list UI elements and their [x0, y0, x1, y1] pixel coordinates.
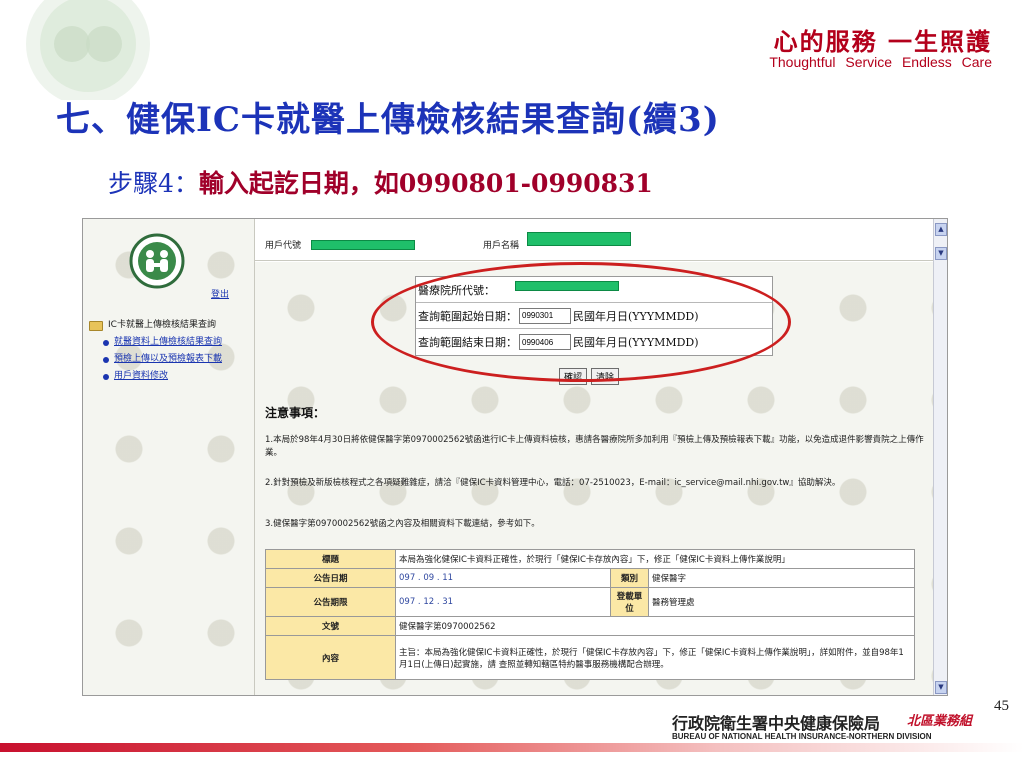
start-date-input[interactable] — [519, 307, 571, 324]
date-label: 公告日期 — [265, 568, 396, 588]
period-label: 公告期限 — [265, 587, 396, 617]
content-label: 內容 — [265, 635, 396, 680]
nav-item-upload-check-query[interactable]: 就醫資料上傳檢核結果查詢 — [103, 334, 222, 351]
bullet-icon — [103, 356, 109, 363]
date-value: 097 . 09 . 11 — [395, 568, 611, 588]
category-label: 類別 — [610, 568, 649, 588]
content-value: 主旨：本局為強化健保IC卡資料正確性，於現行「健保IC卡存放內容」下，修正「健保… — [395, 635, 915, 680]
notes-title: 注意事項： — [265, 406, 326, 420]
nhi-seal-icon — [129, 233, 185, 289]
scroll-up-arrow-icon[interactable]: ▲ — [935, 223, 947, 236]
folder-icon — [89, 320, 103, 331]
slide-title: 七、健保IC卡就醫上傳檢核結果查詢(續3) — [56, 100, 720, 140]
confirm-button[interactable]: 確認 — [559, 368, 588, 385]
user-id-label: 用戶代號 — [265, 241, 302, 251]
slogan-english: Thoughtful Service Endless Care — [769, 54, 992, 70]
bureau-division: 北區業務組 — [907, 714, 973, 729]
nav-item-label: 用戶資料修改 — [114, 371, 169, 381]
nav-root-label: IC卡就醫上傳檢核結果查詢 — [108, 320, 216, 330]
hospital-code-redaction — [515, 280, 619, 291]
nav-item-precheck-download[interactable]: 預檢上傳以及預檢報表下載 — [103, 351, 222, 368]
nhi-corner-logo — [0, 0, 160, 106]
start-date-row: 查詢範圍起始日期： 民國年月日(YYYMMDD) — [416, 303, 772, 329]
bottom-band — [0, 743, 1024, 752]
table-row: 公告期限 097 . 12 . 31 登載單位 醫務管理處 — [265, 587, 915, 617]
web-screenshot: 登出 IC卡就醫上傳檢核結果查詢 就醫資料上傳檢核結果查詢 預檢上傳以及預檢報表… — [82, 218, 948, 696]
bulletin-table: 標題 本局為強化健保IC卡資料正確性，於現行「健保IC卡存放內容」下，修正「健保… — [265, 549, 915, 680]
bureau-name-chinese: 行政院衛生署中央健康保險局 — [672, 714, 881, 733]
period-value: 097 . 12 . 31 — [395, 587, 611, 617]
unit-label: 登載單位 — [610, 587, 649, 617]
category-value: 健保醫字 — [648, 568, 915, 588]
clear-button[interactable]: 清除 — [591, 368, 620, 385]
scroll-down-arrow-icon[interactable]: ▼ — [935, 247, 947, 260]
nav-item-label: 就醫資料上傳檢核結果查詢 — [114, 337, 223, 347]
bullet-icon — [103, 373, 109, 380]
step-label: 步驟4： — [108, 169, 199, 198]
hospital-code-row: 醫療院所代號： — [416, 277, 772, 303]
user-name-label: 用戶名稱 — [483, 241, 520, 251]
nhi-logo-icon — [26, 0, 150, 106]
form-buttons: 確認 清除 — [559, 368, 620, 385]
table-row: 文號 健保醫字第0970002562 — [265, 616, 915, 636]
start-date-label: 查詢範圍起始日期： — [418, 309, 517, 323]
hospital-code-label: 醫療院所代號： — [418, 283, 495, 297]
nav-tree-root[interactable]: IC卡就醫上傳檢核結果查詢 — [89, 317, 222, 334]
slogan-chinese: 心的服務 一生照護 — [773, 27, 992, 56]
subject-label: 標題 — [265, 549, 396, 569]
nav-item-user-profile[interactable]: 用戶資料修改 — [103, 368, 222, 385]
bullet-icon — [103, 339, 109, 346]
table-row: 內容 主旨：本局為強化健保IC卡資料正確性，於現行「健保IC卡存放內容」下，修正… — [265, 635, 915, 680]
nhi-seal — [129, 233, 185, 293]
nav-item-label: 預檢上傳以及預檢報表下載 — [114, 354, 223, 364]
step-text: 輸入起訖日期，如0990801-0990831 — [198, 169, 653, 198]
table-row: 公告日期 097 . 09 . 11 類別 健保醫字 — [265, 568, 915, 588]
page-number: 45 — [994, 698, 1009, 714]
subject-value: 本局為強化健保IC卡資料正確性，於現行「健保IC卡存放內容」下，修正「健保IC卡… — [395, 549, 915, 569]
user-id-redaction — [311, 240, 415, 250]
doc-value: 健保醫字第0970002562 — [395, 616, 915, 636]
nav-tree: IC卡就醫上傳檢核結果查詢 就醫資料上傳檢核結果查詢 預檢上傳以及預檢報表下載 … — [89, 317, 222, 385]
end-date-row: 查詢範圍結束日期： 民國年月日(YYYMMDD) — [416, 329, 772, 355]
user-info-bar: 用戶代號 用戶名稱 — [255, 219, 935, 261]
vertical-scrollbar[interactable]: ▲ ▼ ▼ — [933, 219, 947, 695]
doc-label: 文號 — [265, 616, 396, 636]
end-date-input[interactable] — [519, 334, 571, 350]
table-row: 標題 本局為強化健保IC卡資料正確性，於現行「健保IC卡存放內容」下，修正「健保… — [265, 549, 915, 569]
note-item: 1.本局於98年4月30日將依健保醫字第0970002562號函進行IC卡上傳資… — [265, 435, 924, 458]
scroll-bottom-arrow-icon[interactable]: ▼ — [935, 681, 947, 694]
start-date-hint: 民國年月日(YYYMMDD) — [573, 309, 699, 323]
date-query-form: 醫療院所代號： 查詢範圍起始日期： 民國年月日(YYYMMDD) 查詢範圍結束日… — [415, 276, 773, 356]
user-name-redaction — [527, 232, 631, 246]
left-nav-panel: 登出 IC卡就醫上傳檢核結果查詢 就醫資料上傳檢核結果查詢 預檢上傳以及預檢報表… — [83, 219, 255, 695]
logout-link[interactable]: 登出 — [211, 287, 229, 300]
bureau-name-english: BUREAU OF NATIONAL HEALTH INSURANCE-NORT… — [672, 732, 932, 741]
main-panel: 用戶代號 用戶名稱 醫療院所代號： 查詢範圍起始日期： 民國年月日(YYYMMD… — [255, 219, 935, 695]
step-instruction: 步驟4：輸入起訖日期，如0990801-0990831 — [108, 164, 653, 200]
query-content: 醫療院所代號： 查詢範圍起始日期： 民國年月日(YYYMMDD) 查詢範圍結束日… — [255, 262, 935, 695]
note-item: 2.針對預檢及新版檢核程式之各項疑難雜症，請洽『健保IC卡資料管理中心，電話：0… — [265, 478, 841, 488]
end-date-label: 查詢範圍結束日期： — [418, 336, 517, 349]
unit-value: 醫務管理處 — [648, 587, 915, 617]
end-date-hint: 民國年月日(YYYMMDD) — [573, 336, 699, 349]
note-item: 3.健保醫字第0970002562號函之內容及相關資料下載連結，參考如下。 — [265, 519, 540, 529]
